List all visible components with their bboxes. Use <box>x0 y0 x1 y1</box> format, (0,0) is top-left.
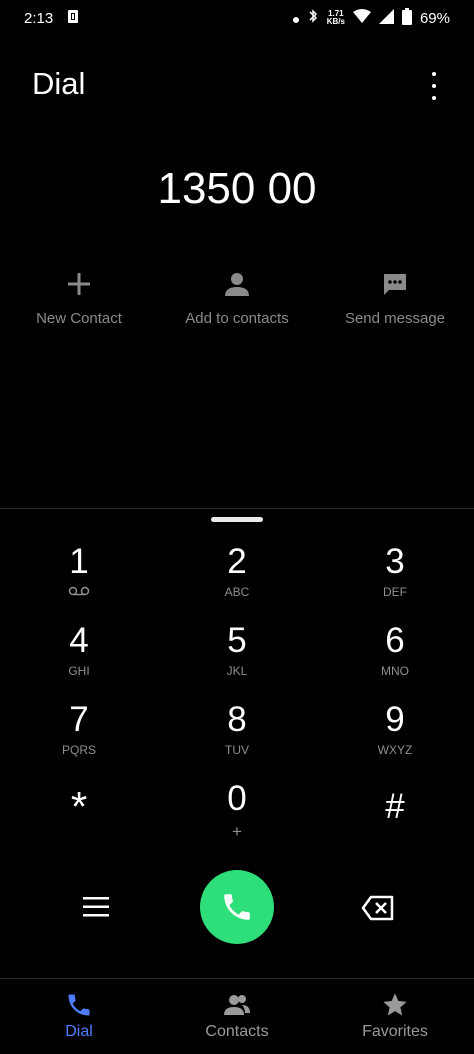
menu-dot <box>432 96 436 100</box>
add-to-contacts-label: Add to contacts <box>185 310 289 327</box>
tab-dial-label: Dial <box>65 1023 93 1040</box>
key-letters: WXYZ <box>377 743 413 757</box>
dial-actions: New Contact Add to contacts Send message <box>0 270 474 327</box>
key-letters: JKL <box>226 664 248 678</box>
sim-icon <box>67 9 79 28</box>
key-digit: 5 <box>227 621 247 660</box>
menu-icon[interactable] <box>83 896 109 918</box>
menu-dot <box>432 84 436 88</box>
phone-icon <box>68 994 90 1016</box>
send-message-label: Send message <box>344 310 446 327</box>
tab-contacts-label: Contacts <box>205 1023 269 1040</box>
key-digit: * <box>70 783 88 830</box>
new-contact-label: New Contact <box>36 310 122 327</box>
key-digit: 1 <box>69 542 89 581</box>
key-digit: 3 <box>385 542 405 581</box>
bottom-nav: Dial Contacts Favorites <box>0 978 474 1054</box>
add-to-contacts-button[interactable]: Add to contacts <box>162 270 312 327</box>
network-speed: 1.71 KB/s <box>327 10 345 26</box>
key-7[interactable]: 7 PQRS <box>0 699 158 778</box>
key-letters: PQRS <box>61 743 96 757</box>
key-letters: + <box>232 822 242 841</box>
key-1[interactable]: 1 <box>0 541 158 620</box>
tab-contacts[interactable]: Contacts <box>162 979 312 1054</box>
keypad: 1 2 ABC 3 DEF 4 GHI 5 JKL 6 MNO 7 PQRS 8… <box>0 541 474 857</box>
page-title: Dial <box>32 66 86 101</box>
key-digit: 0 <box>227 779 247 818</box>
battery-percentage: 69% <box>419 9 450 27</box>
person-icon <box>225 273 249 296</box>
dial-controls <box>0 870 474 946</box>
key-star[interactable]: * <box>0 778 158 857</box>
key-digit: 2 <box>227 542 247 581</box>
backspace-icon[interactable] <box>361 894 395 922</box>
notification-dot-icon <box>292 10 299 27</box>
key-9[interactable]: 9 WXYZ <box>316 699 474 778</box>
cell-signal-icon <box>378 8 394 28</box>
message-icon <box>384 274 406 295</box>
key-digit: 8 <box>227 700 247 739</box>
key-digit: 7 <box>69 700 89 739</box>
drag-handle[interactable] <box>211 517 263 522</box>
tab-dial[interactable]: Dial <box>4 979 154 1054</box>
voicemail-icon <box>68 585 90 599</box>
bluetooth-icon <box>307 8 319 28</box>
call-button[interactable] <box>200 870 274 944</box>
key-6[interactable]: 6 MNO <box>316 620 474 699</box>
menu-dot <box>432 72 436 76</box>
status-bar: 2:13 1.71 KB/s 69% <box>0 0 474 36</box>
phone-icon <box>224 894 250 920</box>
tab-favorites-label: Favorites <box>362 1023 428 1040</box>
new-contact-button[interactable]: New Contact <box>4 270 154 327</box>
key-letters: ABC <box>224 585 250 599</box>
tab-favorites[interactable]: Favorites <box>320 979 470 1054</box>
contacts-icon <box>224 995 250 1015</box>
status-left: 2:13 <box>24 9 79 28</box>
dialed-number[interactable]: 1350 00 <box>0 164 474 214</box>
key-digit: 4 <box>69 621 89 660</box>
key-4[interactable]: 4 GHI <box>0 620 158 699</box>
net-speed-unit: KB/s <box>326 17 345 26</box>
send-message-button[interactable]: Send message <box>320 270 470 327</box>
key-letters: MNO <box>381 664 409 678</box>
plus-icon <box>68 273 90 295</box>
key-hash[interactable]: # <box>316 778 474 857</box>
key-letters: TUV <box>225 743 249 757</box>
key-digit: 6 <box>385 621 405 660</box>
wifi-icon <box>352 9 371 27</box>
status-right: 1.71 KB/s 69% <box>292 7 450 29</box>
more-options-icon[interactable] <box>428 72 440 100</box>
key-digit: 9 <box>385 700 405 739</box>
key-letters: GHI <box>68 664 90 678</box>
key-8[interactable]: 8 TUV <box>158 699 316 778</box>
key-5[interactable]: 5 JKL <box>158 620 316 699</box>
key-0[interactable]: 0 + <box>158 778 316 857</box>
status-time: 2:13 <box>24 9 54 27</box>
key-letters: DEF <box>383 585 407 599</box>
key-3[interactable]: 3 DEF <box>316 541 474 620</box>
battery-icon <box>401 7 412 29</box>
star-icon <box>383 993 407 1016</box>
key-digit: # <box>385 787 405 826</box>
key-2[interactable]: 2 ABC <box>158 541 316 620</box>
